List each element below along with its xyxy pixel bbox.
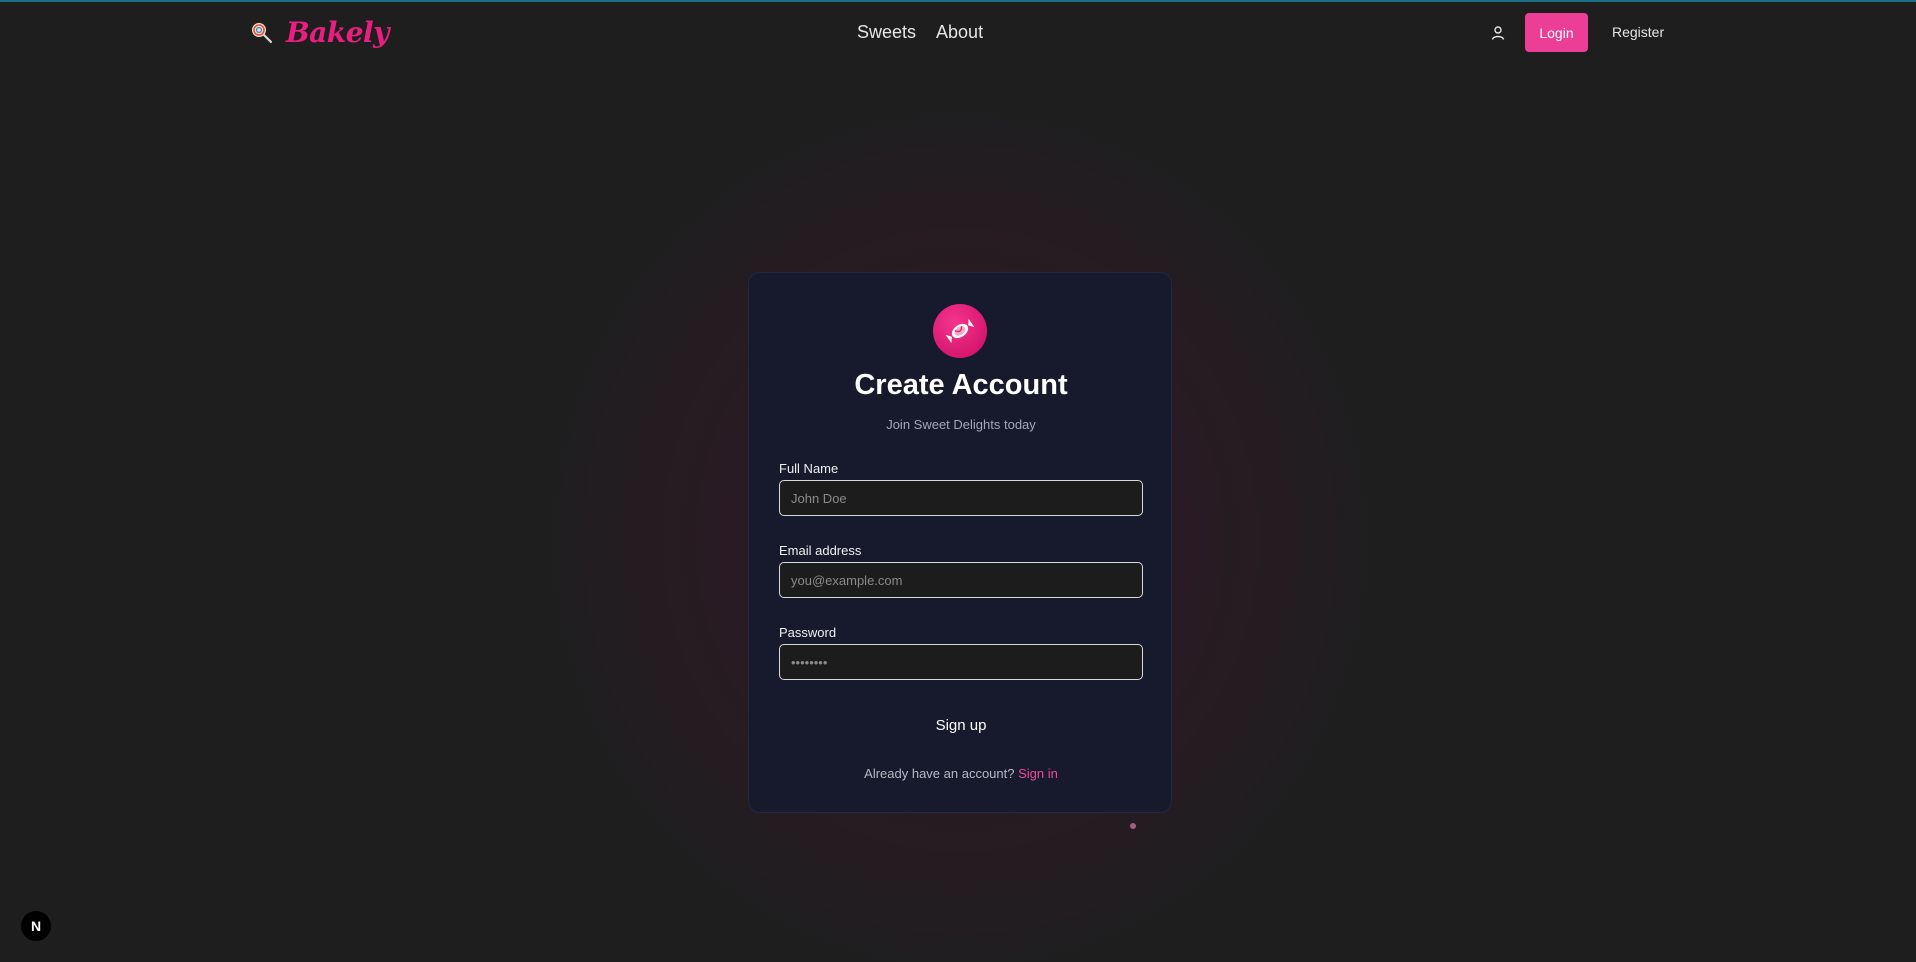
nav-link-about[interactable]: About	[936, 22, 983, 43]
signup-button[interactable]: Sign up	[779, 706, 1143, 744]
password-input[interactable]	[779, 644, 1143, 680]
password-label: Password	[779, 625, 837, 640]
brand[interactable]: Bakely	[250, 16, 389, 49]
decorative-dot	[1130, 823, 1136, 829]
email-input[interactable]	[779, 562, 1143, 598]
email-label: Email address	[779, 543, 862, 558]
signin-prompt-text: Already have an account?	[864, 766, 1019, 781]
full-name-label: Full Name	[779, 461, 839, 476]
signup-card: Create Account Join Sweet Delights today…	[748, 272, 1172, 813]
dev-tools-badge[interactable]: N	[21, 911, 51, 941]
nav-link-sweets[interactable]: Sweets	[857, 22, 916, 43]
page-title: Create Account	[854, 369, 1068, 401]
user-icon[interactable]	[1490, 25, 1506, 41]
full-name-input[interactable]	[779, 480, 1143, 516]
login-button[interactable]: Login	[1525, 13, 1588, 52]
page: Bakely Sweets About Login Register Creat…	[0, 0, 1916, 962]
main-nav: Sweets About	[857, 22, 983, 43]
top-nav: Bakely Sweets About Login Register	[0, 0, 1916, 64]
card-logo	[933, 304, 987, 358]
signin-link[interactable]: Sign in	[1018, 766, 1058, 781]
brand-name: Bakely	[286, 16, 389, 49]
page-subtitle: Join Sweet Delights today	[886, 417, 1036, 432]
lollipop-icon	[252, 22, 273, 43]
signin-prompt: Already have an account? Sign in	[749, 766, 1173, 781]
candy-icon	[945, 318, 975, 344]
register-link[interactable]: Register	[1612, 24, 1664, 40]
